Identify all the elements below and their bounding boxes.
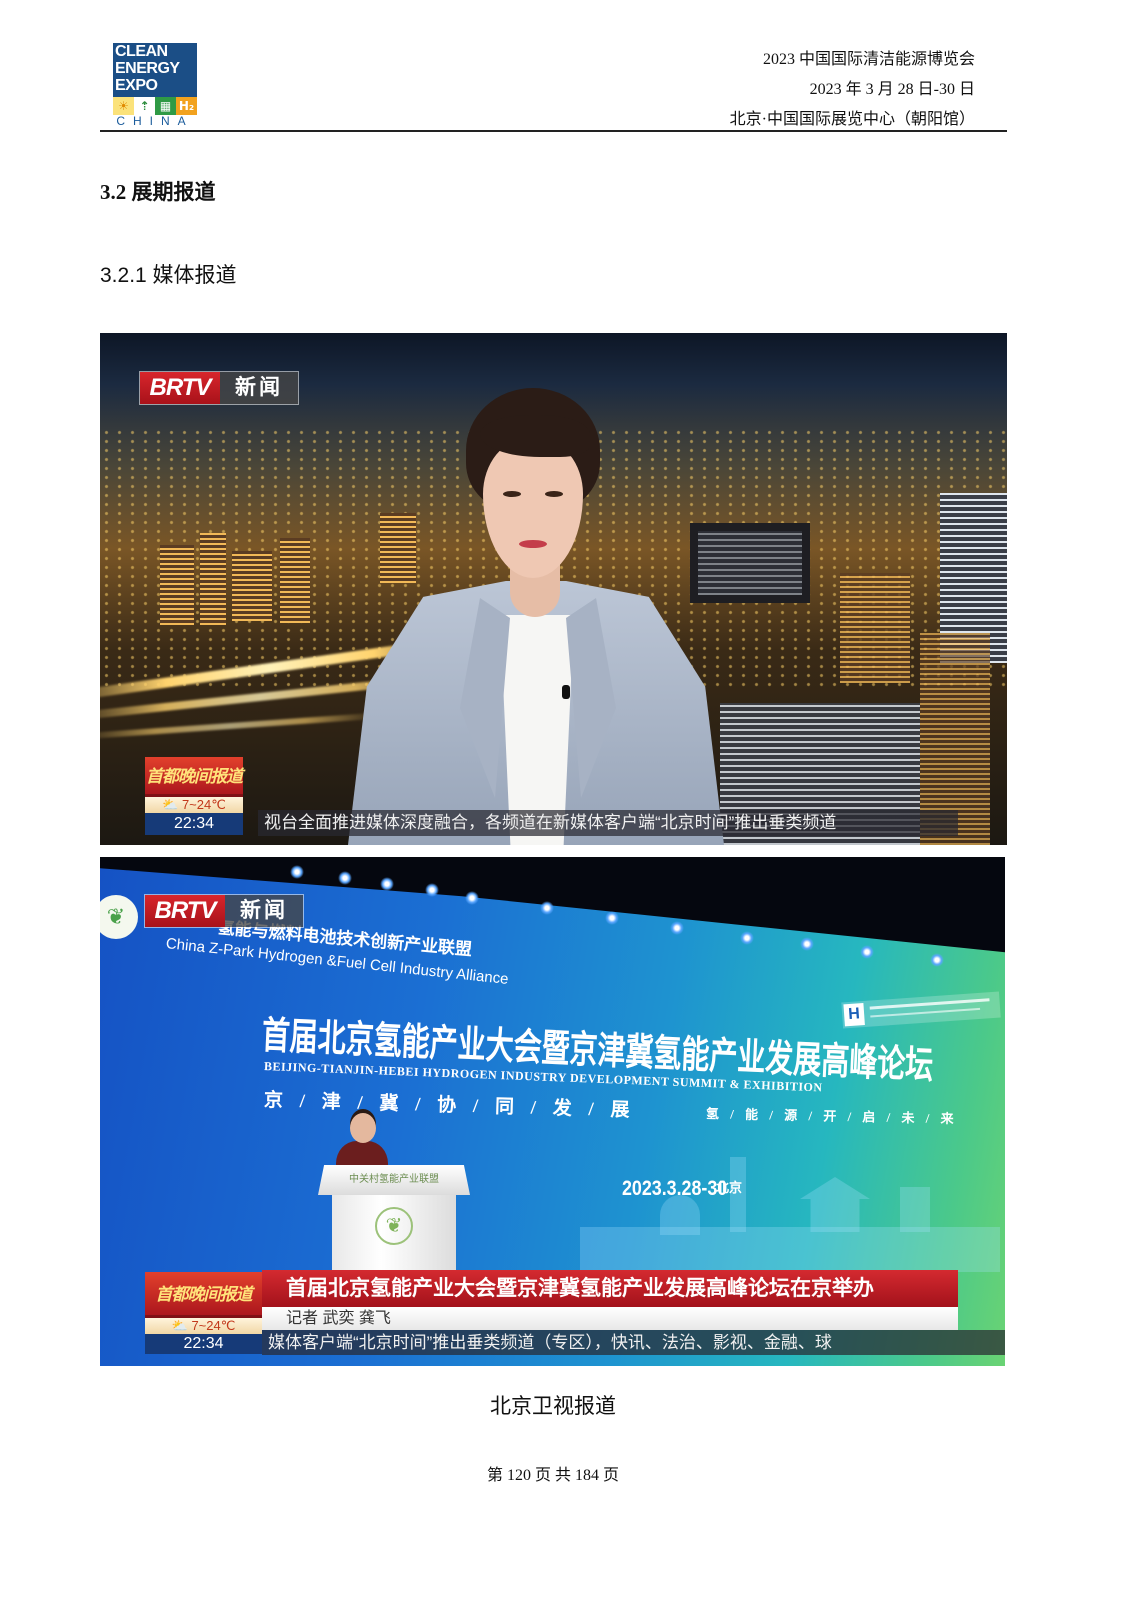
logo-line-3: EXPO	[115, 77, 158, 94]
stage-spotlight	[540, 901, 554, 915]
speaker-head	[350, 1113, 376, 1143]
sun-icon: ☀	[113, 97, 134, 115]
news-ticker: 媒体客户端“北京时间”推出垂类频道（专区），快讯、法治、影视、金融、球	[262, 1330, 1005, 1355]
building	[232, 551, 272, 621]
expo-dates: 2023 年 3 月 28 日-30 日	[809, 81, 975, 98]
weather-readout: ⛅ 7~24℃	[145, 1318, 262, 1334]
expo-logo: CLEAN ENERGY EXPO	[113, 43, 197, 97]
stage-spotlight	[800, 937, 814, 951]
expo-venue: 北京·中国国际展览中心（朝阳馆）	[729, 111, 975, 128]
hydrogen-h-icon: H	[843, 1003, 865, 1027]
stage-spotlight	[670, 921, 684, 935]
program-badge: 首都晚间报道	[145, 757, 243, 797]
logo-line-1: CLEAN	[115, 43, 168, 60]
cloud-sun-icon: ⛅	[171, 1318, 192, 1333]
clock-readout: 22:34	[145, 813, 243, 835]
anchor-eye-left	[503, 491, 521, 497]
news-headline: 首届北京氢能产业大会暨京津冀氢能产业发展高峰论坛在京举办	[262, 1270, 958, 1307]
program-badge: 首都晚间报道	[145, 1272, 262, 1318]
logo-country: CHINA	[116, 114, 194, 128]
section-subheading: 3.2.1 媒体报道	[100, 264, 237, 287]
temperature-range: 7~24℃	[181, 797, 226, 812]
logo-line-2: ENERGY	[115, 60, 180, 77]
brtv-news-logo: BRTV 新闻	[140, 372, 298, 404]
brtv-channel-name: 新闻	[225, 895, 303, 927]
stage-spotlight	[290, 865, 304, 879]
stage-city: 北京	[716, 1180, 743, 1195]
weather-readout: ⛅ 7~24℃	[145, 797, 243, 813]
podium-label: 中关村氢能产业联盟	[349, 1174, 439, 1185]
brtv-news-logo: BRTV 新闻	[145, 895, 303, 927]
reporter-credit: 记者 武奕 龚飞	[262, 1307, 958, 1330]
building	[840, 573, 910, 683]
brtv-brand: BRTV	[145, 895, 225, 927]
header-divider	[100, 130, 1007, 132]
building	[280, 538, 310, 623]
logo-icon-row: ☀ ⇡ ▦ H₂	[113, 97, 197, 115]
alliance-leaf-icon: ❦	[100, 895, 138, 939]
hydrogen-expo-mark: H	[841, 991, 1001, 1029]
podium-leaf-icon: ❦	[375, 1207, 413, 1245]
expo-name: 2023 中国国际清洁能源博览会	[762, 51, 975, 68]
temperature-range: 7~24℃	[191, 1318, 236, 1333]
stage-spotlight	[425, 883, 439, 897]
section-heading: 3.2 展期报道	[100, 180, 216, 204]
cloud-sun-icon: ⛅	[162, 797, 182, 812]
stage-spotlight	[338, 871, 352, 885]
stage-spotlight	[860, 945, 874, 959]
news-ticker: 视台全面推进媒体深度融合，各频道在新媒体客户端“北京时间”推出垂类频道	[258, 810, 958, 836]
stage-spotlight	[465, 891, 479, 905]
lapel-microphone-icon	[562, 685, 570, 699]
brtv-channel-name: 新闻	[220, 372, 298, 404]
building	[200, 533, 226, 625]
anchor-eye-right	[545, 491, 563, 497]
stage-date: 2023.3.28-30	[622, 1177, 728, 1200]
building-icon: ▦	[155, 97, 176, 115]
photo-caption: 北京卫视报道	[490, 1395, 616, 1418]
stage-spotlight	[930, 953, 944, 967]
anchor-lips	[519, 540, 547, 548]
building	[380, 513, 416, 583]
stage-slogan-1: 京 / 津 / 冀 / 协 / 同 / 发 / 展	[263, 1090, 636, 1122]
forum-stage-photo: ❦ 氢能与燃料电池技术创新产业联盟 China Z-Park Hydrogen …	[100, 857, 1005, 1366]
skyline-silhouette	[580, 1227, 1000, 1272]
news-anchor-photo: BRTV 新闻 首都晚间报道 ⛅ 7~24℃ 22:34 视台全面推进媒体深度融…	[100, 333, 1007, 845]
hydrogen-icon: H₂	[176, 97, 197, 115]
skyline-pagoda	[800, 1177, 870, 1232]
podium-top: 中关村氢能产业联盟	[318, 1165, 470, 1195]
skyline-dome	[660, 1195, 700, 1235]
clock-readout: 22:34	[145, 1334, 262, 1354]
brtv-brand: BRTV	[140, 372, 220, 404]
expo-mark-line	[870, 1007, 981, 1018]
podium-body: ❦	[332, 1195, 456, 1275]
building	[698, 531, 802, 595]
page-number: 第 120 页 共 184 页	[486, 1467, 619, 1484]
wind-icon: ⇡	[134, 97, 155, 115]
stage-spotlight	[605, 911, 619, 925]
skyline-building	[900, 1187, 930, 1232]
road-light-streak	[100, 712, 380, 740]
stage-spotlight	[380, 877, 394, 891]
stage-slogan-2: 氢 / 能 / 源 / 开 / 启 / 未 / 来	[705, 1106, 958, 1127]
building	[160, 545, 194, 625]
stage-spotlight	[740, 931, 754, 945]
